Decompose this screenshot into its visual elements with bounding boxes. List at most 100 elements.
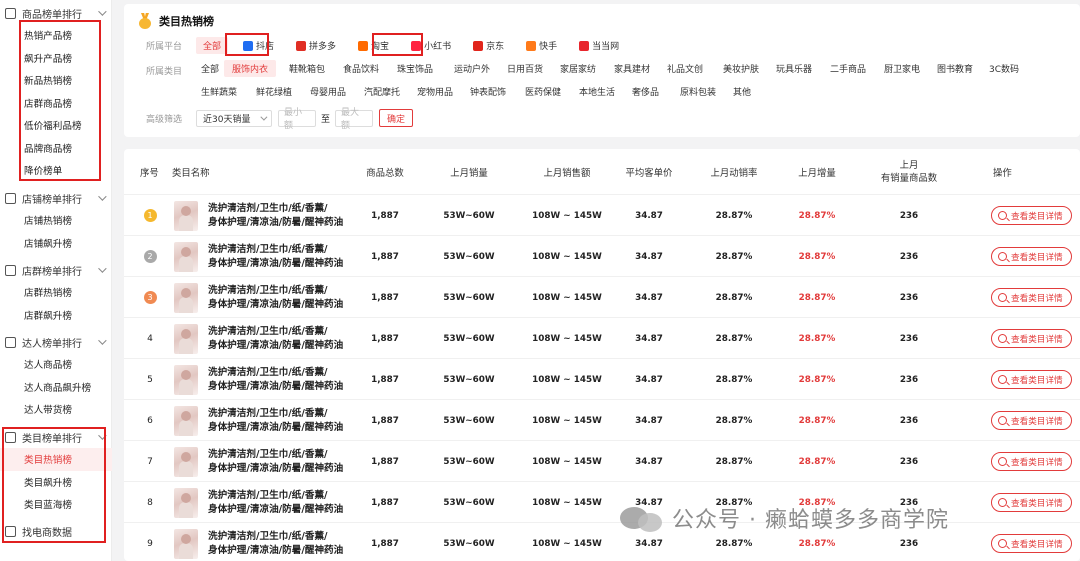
platform-chip[interactable]: 抖店	[236, 37, 281, 54]
chevron-down-icon	[260, 113, 268, 121]
platform-filter-row: 所属平台 全部 抖店 拼多多 淘宝 小红书 京东 快手 当当网	[146, 37, 634, 54]
view-category-detail-button[interactable]: 查看类目详情	[991, 452, 1072, 471]
revenue-cell: 108W ~ 145W	[532, 292, 602, 303]
category-chip[interactable]: 美妆护肤	[715, 60, 767, 77]
category-chip[interactable]: 日用百货	[499, 60, 551, 77]
avg-price-cell: 34.87	[635, 251, 663, 262]
category-chip[interactable]: 医药保健	[517, 83, 569, 100]
sidebar-item-price-drop[interactable]: 降价榜单	[0, 159, 112, 182]
sidebar-item-low-price[interactable]: 低价福利品榜	[0, 114, 112, 137]
action-cell: 查看类目详情	[991, 359, 1075, 400]
avg-price-cell: 34.87	[635, 292, 663, 303]
chevron-down-icon[interactable]	[98, 264, 107, 273]
sidebar-item-cluster-hot[interactable]: 店群热销榜	[0, 281, 112, 304]
sidebar-item-category-rising[interactable]: 类目飙升榜	[0, 471, 112, 494]
sidebar-item-find-data[interactable]: 找电商数据	[0, 520, 112, 542]
sidebar-item-rising-products[interactable]: 飙升产品榜	[0, 47, 112, 70]
platform-chip[interactable]: 京东	[466, 37, 511, 54]
rank-number: 7	[147, 456, 153, 467]
max-amount-input[interactable]: 最大额	[335, 108, 374, 131]
category-chip[interactable]: 生鲜蔬菜	[193, 83, 245, 100]
category-chip[interactable]: 厨卫家电	[876, 60, 928, 77]
category-name-line: 身体护理/清凉油/防暑/醒神药油	[208, 503, 344, 515]
sidebar-item-store-hot[interactable]: 店铺热销榜	[0, 209, 112, 232]
chevron-down-icon[interactable]	[98, 192, 107, 201]
category-chip[interactable]: 3C数码	[981, 60, 1027, 77]
category-chip[interactable]: 食品饮料	[335, 60, 387, 77]
sidebar-group-header[interactable]: 店群榜单排行	[0, 259, 112, 281]
category-image	[174, 405, 198, 436]
category-chip[interactable]: 奢侈品	[624, 83, 667, 100]
sidebar-group-header[interactable]: 类目榜单排行	[0, 426, 112, 448]
category-chip[interactable]: 汽配摩托	[356, 83, 408, 100]
medal-icon	[138, 13, 152, 29]
category-chip[interactable]: 钟表配饰	[462, 83, 514, 100]
view-category-detail-button[interactable]: 查看类目详情	[991, 329, 1072, 348]
platform-chip[interactable]: 当当网	[572, 37, 626, 54]
view-category-detail-button[interactable]: 查看类目详情	[991, 370, 1072, 389]
sidebar-item-new-hot[interactable]: 新品热销榜	[0, 69, 112, 92]
category-chip[interactable]: 服饰内衣	[224, 60, 277, 77]
category-chip[interactable]: 礼品文创	[659, 60, 711, 77]
category-chip[interactable]: 珠宝饰品	[389, 60, 441, 77]
category-name-cell: 洗护清洁剂/卫生巾/纸/香薰/身体护理/清凉油/防暑/醒神药油	[208, 441, 368, 482]
view-category-detail-button[interactable]: 查看类目详情	[991, 288, 1072, 307]
period-select[interactable]: 近30天销量	[196, 109, 272, 127]
action-cell: 查看类目详情	[991, 400, 1075, 441]
sidebar-item-store-rising[interactable]: 店铺飙升榜	[0, 232, 112, 255]
category-chip[interactable]: 家居家纺	[552, 60, 604, 77]
view-category-detail-button[interactable]: 查看类目详情	[991, 206, 1072, 225]
sidebar-item-brand-products[interactable]: 品牌商品榜	[0, 137, 112, 160]
platform-chip[interactable]: 小红书	[404, 37, 458, 54]
category-chip[interactable]: 玩具乐器	[768, 60, 820, 77]
search-icon	[998, 498, 1007, 507]
category-chip[interactable]: 运动户外	[446, 60, 498, 77]
sales-cell: 53W~60W	[443, 251, 495, 262]
view-category-detail-button[interactable]: 查看类目详情	[991, 411, 1072, 430]
chevron-down-icon[interactable]	[98, 336, 107, 345]
rank-cell: 2	[138, 236, 162, 277]
category-chip[interactable]: 宠物用品	[409, 83, 461, 100]
category-chip[interactable]: 二手商品	[822, 60, 874, 77]
platform-chip[interactable]: 淘宝	[351, 37, 396, 54]
sidebar-group-header[interactable]: 商品榜单排行	[0, 2, 112, 24]
category-chip[interactable]: 其他	[725, 83, 759, 100]
chevron-down-icon[interactable]	[98, 7, 107, 16]
sidebar-item-category-blue-ocean[interactable]: 类目蓝海榜	[0, 493, 112, 516]
category-chip[interactable]: 本地生活	[571, 83, 623, 100]
move-rate-cell: 28.87%	[715, 374, 753, 385]
category-name-line: 身体护理/清凉油/防暑/醒神药油	[208, 339, 344, 351]
sidebar-item-influencer-products[interactable]: 达人商品榜	[0, 353, 112, 376]
category-name-line: 身体护理/清凉油/防暑/醒神药油	[208, 380, 344, 392]
min-amount-input[interactable]: 最小额	[278, 108, 316, 131]
total-cell: 1,887	[371, 415, 399, 426]
sidebar-item-category-hot[interactable]: 类目热销榜	[0, 448, 112, 471]
sidebar-item-hot-products[interactable]: 热销产品榜	[0, 24, 112, 47]
view-category-detail-button[interactable]: 查看类目详情	[991, 534, 1072, 553]
category-chip[interactable]: 鲜花绿植	[248, 83, 300, 100]
category-chip[interactable]: 鞋靴箱包	[281, 60, 333, 77]
category-chip[interactable]: 母婴用品	[302, 83, 354, 100]
sidebar-group-header[interactable]: 店铺榜单排行	[0, 187, 112, 209]
sidebar-item-store-group-products[interactable]: 店群商品榜	[0, 92, 112, 115]
view-category-detail-button[interactable]: 查看类目详情	[991, 493, 1072, 512]
view-category-detail-button[interactable]: 查看类目详情	[991, 247, 1072, 266]
sidebar-item-cluster-rising[interactable]: 店群飙升榜	[0, 304, 112, 327]
rank-cell: 3	[138, 277, 162, 318]
platform-chip[interactable]: 拼多多	[289, 37, 343, 54]
sidebar-group-header[interactable]: 达人榜单排行	[0, 331, 112, 353]
category-chip[interactable]: 图书教育	[929, 60, 981, 77]
confirm-button[interactable]: 确定	[379, 109, 414, 127]
category-chip[interactable]: 家具建材	[606, 60, 658, 77]
category-chip[interactable]: 原料包装	[672, 83, 724, 100]
category-chip[interactable]: 全部	[193, 60, 227, 77]
sidebar-item-influencer-sales[interactable]: 达人带货榜	[0, 398, 112, 421]
sales-cell: 53W~60W	[443, 415, 495, 426]
sidebar-item-influencer-rising[interactable]: 达人商品飙升榜	[0, 376, 112, 399]
chevron-down-icon[interactable]	[98, 431, 107, 440]
platform-chip[interactable]: 全部	[196, 37, 229, 54]
category-image	[174, 200, 198, 231]
revenue-cell: 108W ~ 145W	[532, 456, 602, 467]
platform-chip[interactable]: 快手	[519, 37, 564, 54]
category-thumbnail	[174, 318, 202, 359]
